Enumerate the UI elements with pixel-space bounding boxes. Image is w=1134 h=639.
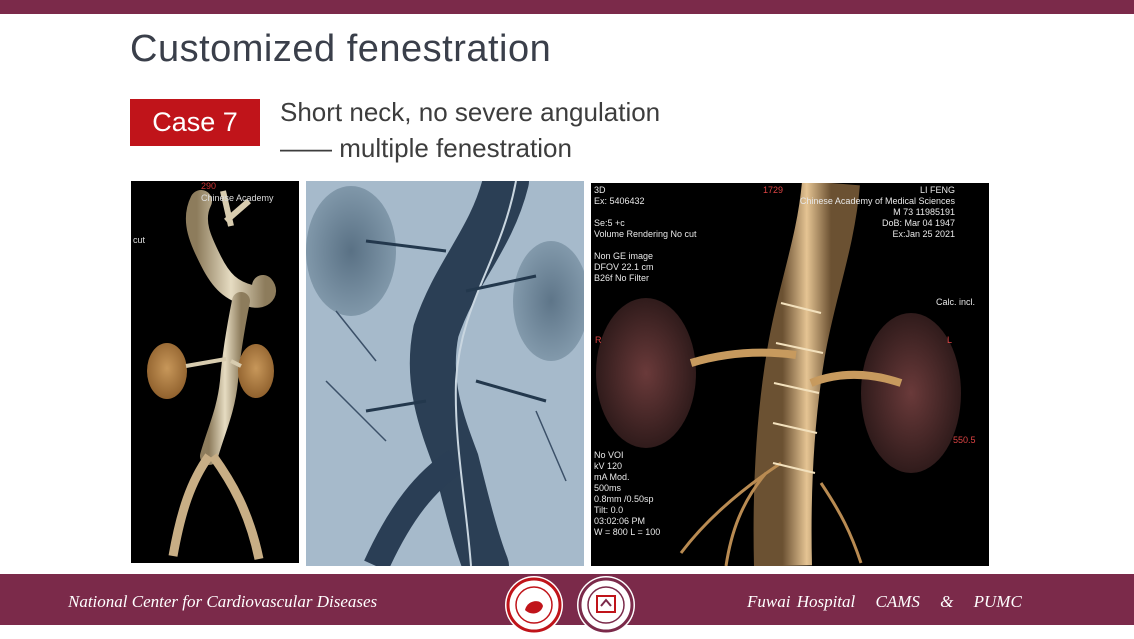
ct-orientation-left: L [947,335,953,345]
ct-info-line: Ex: 5406432 [594,196,645,206]
subtitle-line-1: Short neck, no severe angulation [280,97,661,127]
ct-volume-rendering-image: 3D Ex: 5406432 Se:5 +c Volume Rendering … [591,183,989,566]
top-bar [0,0,1134,14]
ct-info-line: mA Mod. [594,472,630,482]
footer-institution: National Center for Cardiovascular Disea… [68,592,378,611]
ct-info-line: kV 120 [594,461,623,471]
ct-info-line: M 73 11985191 [893,207,955,217]
ct-info-line: Non GE image [594,251,654,261]
ct-info-line [594,207,697,218]
ct-info-line: B26f No Filter [594,273,650,283]
ct-right-number: 550.5 [953,435,976,445]
ct-info-right-top: LI FENG Chinese Academy of Medical Scien… [800,185,955,240]
panel1-label-left: cut [133,235,146,245]
footer-pumc: PUMC [973,592,1022,611]
ct-info-line: 3D [594,185,606,195]
ct-info-line: DoB: Mar 04 1947 [881,218,955,228]
hospital-logo-2 [577,576,635,634]
ct-info-line: DFOV 22.1 cm [594,262,654,272]
ct-info-left-bottom: No VOI kV 120 mA Mod. 500ms 0.8mm /0.50s… [594,450,660,538]
footer-affiliations: Fuwai Hospital CAMS & PUMC [747,592,1036,612]
subtitle-line-2: —— multiple fenestration [280,133,572,163]
angiography-render [306,181,584,566]
panel1-label-top: Chinese Academy [201,193,274,203]
ct-info-line: W = 800 L = 100 [594,527,661,537]
ct-info-line: No VOI [594,450,624,460]
slide-title: Customized fenestration [130,28,552,70]
ct-info-line: 500ms [594,483,622,493]
emblem-icon [506,577,562,633]
ct-orientation-right: R [595,335,602,345]
ct-info-left-top: 3D Ex: 5406432 Se:5 +c Volume Rendering … [594,185,697,284]
ct-calc-label: Calc. incl. [936,297,976,307]
footer-fuwai: Fuwai Hospital [747,592,856,611]
ct-info-line: 0.8mm /0.50sp [594,494,654,504]
ct-info-line: Volume Rendering No cut [594,229,697,239]
ct-info-line: Se:5 +c [594,218,625,228]
ct-info-line [594,240,697,251]
angiography-image [306,181,584,566]
hospital-logo-1 [505,576,563,634]
aorta-3d-render: Chinese Academy cut 290 [133,181,276,560]
ct-info-line: Chinese Academy of Medical Sciences [799,196,955,206]
ct-info-line: Ex:Jan 25 2021 [892,229,955,239]
emblem-icon [578,577,634,633]
footer-cams: CAMS [875,592,920,611]
footer-ampersand: & [940,592,954,611]
panel1-label-num: 290 [201,181,216,191]
ct-info-line: LI FENG [919,185,955,195]
case-badge: Case 7 [130,99,260,146]
ct-info-line: Tilt: 0.0 [594,505,624,515]
ct-top-center-number: 1729 [763,185,784,195]
ct-reconstruction-image-1: Chinese Academy cut 290 [131,181,299,563]
ct-info-line: 03:02:06 PM [594,516,646,526]
